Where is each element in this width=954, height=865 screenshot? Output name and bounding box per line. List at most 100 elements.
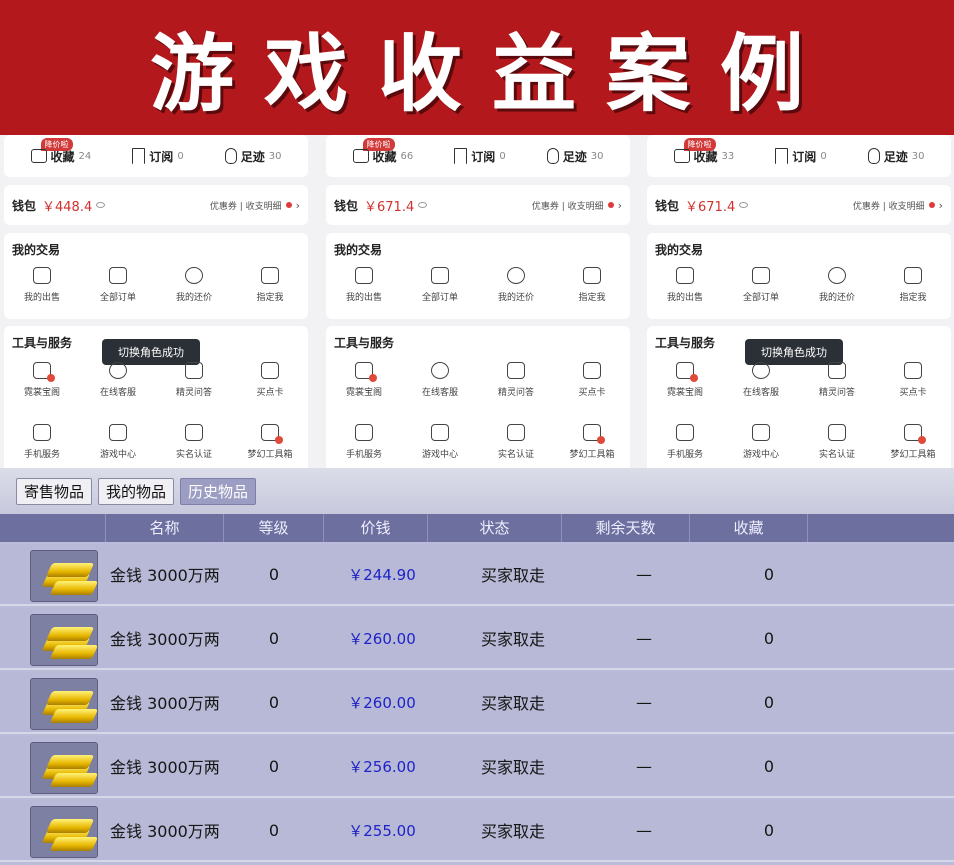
tool-item-6[interactable]: 实名认证: [480, 424, 552, 460]
tool-item-6[interactable]: 实名认证: [801, 424, 873, 460]
subscribe-entry[interactable]: 订阅 0: [132, 148, 184, 165]
table-row[interactable]: 金钱 3000万两 0 ￥255.00 买家取走 — 0: [0, 800, 954, 862]
tab-history[interactable]: 历史物品: [180, 477, 257, 505]
item-price: ￥260.00: [348, 693, 416, 712]
item-days: —: [636, 692, 652, 712]
tool-item-2[interactable]: 精灵问答: [480, 362, 552, 398]
item-days: —: [636, 756, 652, 776]
tool-item-1[interactable]: 在线客服: [404, 362, 476, 398]
tool-item-1[interactable]: 在线客服: [725, 362, 797, 398]
tool-item-0[interactable]: 霓裳宝阁: [6, 362, 78, 398]
tools-card: 工具与服务 霓裳宝阁 在线客服 精灵问答 买点卡 手机服务 游戏中心 实名认证 梦幻工具箱: [326, 326, 630, 468]
eye-icon[interactable]: [739, 202, 749, 208]
footprint-entry[interactable]: 足迹 30: [546, 148, 604, 165]
item-fav-count: 0: [763, 628, 775, 648]
collect-entry[interactable]: 降价啦 收藏 66: [352, 137, 414, 165]
wallet-bar[interactable]: 钱包 ￥671.4 优惠券 | 收支明细 ›: [326, 185, 630, 225]
tool-item-3[interactable]: 买点卡: [556, 362, 628, 398]
banner-title: 游戏收益案例: [149, 25, 834, 123]
tool-item-5[interactable]: 游戏中心: [82, 424, 154, 460]
gold-ingot-icon: [30, 550, 99, 602]
wallet-links[interactable]: 优惠券 | 收支明细 ›: [532, 199, 622, 212]
tool-item-7[interactable]: 梦幻工具箱: [877, 424, 949, 460]
wallet-bar[interactable]: 钱包 ￥671.4 优惠券 | 收支明细 ›: [647, 185, 951, 225]
tool-item-3[interactable]: 买点卡: [234, 362, 306, 398]
wallet-bar[interactable]: 钱包 ￥448.4 优惠券 | 收支明细 ›: [4, 185, 308, 225]
footprint-count: 30: [590, 150, 604, 162]
trade-item-2[interactable]: 我的还价: [801, 267, 873, 303]
tool-item-label: 游戏中心: [421, 450, 458, 460]
tab-my-items[interactable]: 我的物品: [98, 477, 175, 505]
wallet-links-label: 优惠券 | 收支明细: [209, 201, 282, 212]
tool-item-label: 梦幻工具箱: [247, 450, 293, 460]
tool-item-0[interactable]: 霓裳宝阁: [328, 362, 400, 398]
subscribe-entry[interactable]: 订阅 0: [775, 148, 827, 165]
phone-icon: [676, 424, 694, 441]
tool-item-6[interactable]: 实名认证: [158, 424, 230, 460]
subscribe-label: 订阅: [792, 149, 817, 164]
collect-count: 66: [400, 150, 414, 162]
my-trades-title: 我的交易: [12, 243, 61, 257]
item-level: 0: [268, 628, 280, 648]
wallet-links[interactable]: 优惠券 | 收支明细 ›: [853, 199, 943, 212]
bookmark-icon: [132, 148, 146, 164]
item-price: ￥256.00: [348, 757, 416, 776]
collect-entry[interactable]: 降价啦 收藏 33: [673, 137, 735, 165]
wallet-label: 钱包: [655, 198, 680, 213]
tool-item-7[interactable]: 梦幻工具箱: [234, 424, 306, 460]
item-days: —: [636, 564, 652, 584]
tool-item-2[interactable]: 精灵问答: [158, 362, 230, 398]
tool-item-5[interactable]: 游戏中心: [725, 424, 797, 460]
trade-item-2[interactable]: 我的还价: [480, 267, 552, 303]
header-fav: 收藏: [690, 514, 808, 542]
trade-item-1[interactable]: 全部订单: [725, 267, 797, 303]
item-fav-count: 0: [763, 820, 775, 840]
eye-icon[interactable]: [96, 202, 106, 208]
subscribe-entry[interactable]: 订阅 0: [454, 148, 506, 165]
tool-item-3[interactable]: 买点卡: [877, 362, 949, 398]
eye-icon[interactable]: [418, 202, 428, 208]
tool-item-label: 霓裳宝阁: [666, 388, 703, 398]
trade-item-0[interactable]: 我的出售: [649, 267, 721, 303]
footprint-icon: [224, 148, 237, 164]
trade-item-2[interactable]: 我的还价: [158, 267, 230, 303]
wallet-links[interactable]: 优惠券 | 收支明细 ›: [210, 199, 300, 212]
yuan-icon: [185, 267, 203, 284]
trade-item-1[interactable]: 全部订单: [404, 267, 476, 303]
trade-item-3[interactable]: 指定我: [556, 267, 628, 303]
order-icon: [431, 267, 449, 284]
table-row[interactable]: 金钱 3000万两 0 ￥244.90 买家取走 — 0: [0, 544, 954, 606]
footprint-entry[interactable]: 足迹 30: [224, 148, 281, 165]
tool-item-1[interactable]: 在线客服: [82, 362, 154, 398]
trade-item-1[interactable]: 全部订单: [82, 267, 154, 303]
item-days: —: [636, 820, 652, 840]
table-row[interactable]: 金钱 3000万两 0 ￥256.00 买家取走 — 0: [0, 736, 954, 798]
tab-consignment[interactable]: 寄售物品: [16, 477, 93, 505]
footprint-entry[interactable]: 足迹 30: [867, 148, 924, 165]
collect-entry[interactable]: 降价啦 收藏 24: [30, 137, 91, 165]
trade-item-0[interactable]: 我的出售: [6, 267, 78, 303]
tool-item-label: 手机服务: [23, 450, 60, 460]
wallet-label: 钱包: [334, 198, 359, 213]
tool-item-4[interactable]: 手机服务: [6, 424, 78, 460]
item-name: 金钱 3000万两: [110, 630, 220, 649]
tool-item-label: 精灵问答: [497, 388, 534, 398]
collect-count: 33: [721, 150, 735, 162]
trade-item-3[interactable]: 指定我: [234, 267, 306, 303]
item-status: 买家取走: [480, 630, 545, 649]
tool-item-5[interactable]: 游戏中心: [404, 424, 476, 460]
trade-item-3[interactable]: 指定我: [877, 267, 949, 303]
tool-item-7[interactable]: 梦幻工具箱: [556, 424, 628, 460]
phone-icon: [355, 424, 373, 441]
tool-item-label: 精灵问答: [175, 388, 212, 398]
tool-item-label: 实名认证: [818, 450, 855, 460]
tool-item-0[interactable]: 霓裳宝阁: [649, 362, 721, 398]
table-row[interactable]: 金钱 3000万两 0 ￥260.00 买家取走 — 0: [0, 672, 954, 734]
trade-item-label: 指定我: [256, 293, 284, 303]
toolbox-icon: [261, 424, 283, 444]
table-row[interactable]: 金钱 3000万两 0 ￥260.00 买家取走 — 0: [0, 608, 954, 670]
tool-item-2[interactable]: 精灵问答: [801, 362, 873, 398]
tool-item-4[interactable]: 手机服务: [328, 424, 400, 460]
trade-item-0[interactable]: 我的出售: [328, 267, 400, 303]
tool-item-4[interactable]: 手机服务: [649, 424, 721, 460]
